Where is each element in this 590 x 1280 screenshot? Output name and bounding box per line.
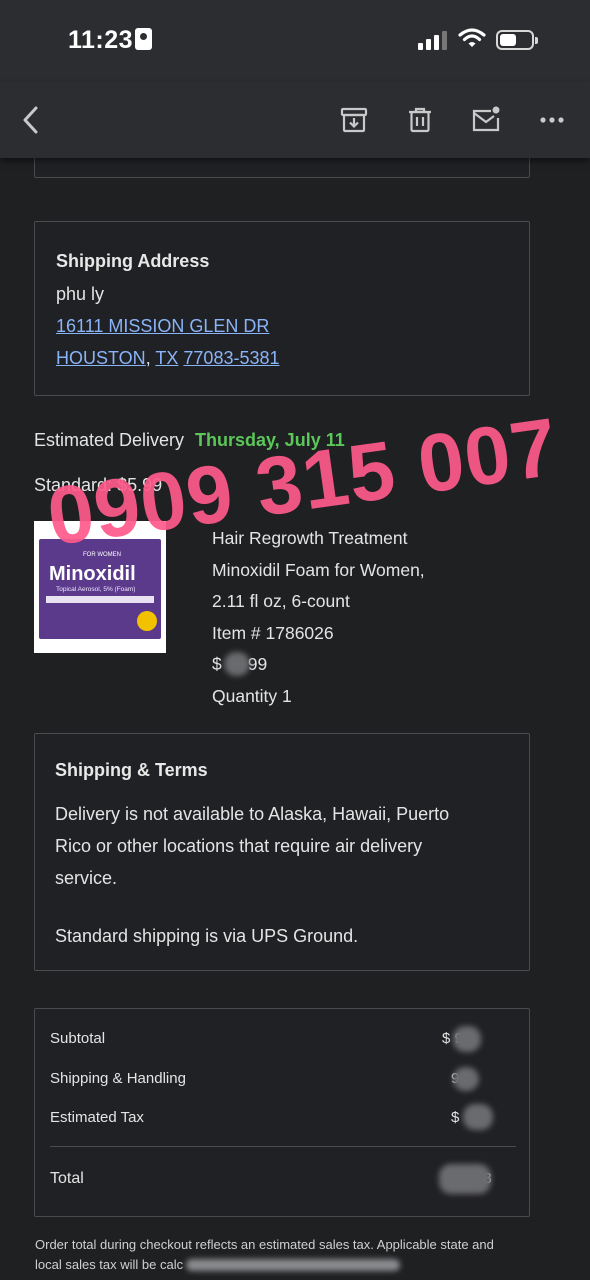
redacted-tax xyxy=(463,1104,493,1130)
estimated-tax-label: Estimated Tax xyxy=(50,1109,144,1126)
shipping-handling-label: Shipping & Handling xyxy=(50,1070,186,1087)
order-summary-card: Subtotal $ 99 Shipping & Handling 99 Est… xyxy=(34,1008,530,1217)
more-icon[interactable] xyxy=(536,104,568,136)
terms-line3: service. xyxy=(55,868,118,888)
terms-line2: Rico or other locations that require air… xyxy=(55,836,423,856)
trash-icon[interactable] xyxy=(404,104,436,136)
subtotal-label: Subtotal xyxy=(50,1030,106,1047)
estimated-delivery-label: Estimated Delivery xyxy=(34,430,185,450)
address-separator: , xyxy=(145,348,156,368)
shipping-terms-heading: Shipping & Terms xyxy=(55,760,208,780)
battery-icon xyxy=(496,30,538,50)
mark-unread-icon[interactable] xyxy=(470,104,502,136)
item-quantity: Quantity 1 xyxy=(212,686,292,706)
redacted-subtotal xyxy=(453,1026,481,1052)
city-link[interactable]: HOUSTON xyxy=(56,348,146,368)
item-price-prefix: $ xyxy=(212,654,222,674)
terms-line1: Delivery is not available to Alaska, Haw… xyxy=(55,804,450,824)
state-link[interactable]: TX xyxy=(155,348,178,368)
footer-line2: local sales tax will be calc xyxy=(35,1257,184,1272)
recipient-name: phu ly xyxy=(56,284,105,304)
redacted-shipping xyxy=(453,1067,479,1091)
redacted-price xyxy=(224,652,250,676)
terms-line4: Standard shipping is via UPS Ground. xyxy=(55,926,359,946)
shipping-terms-card: Shipping & Terms Delivery is not availab… xyxy=(34,733,530,971)
shipping-address-card: Shipping Address phu ly 16111 MISSION GL… xyxy=(34,221,530,396)
summary-divider xyxy=(50,1146,516,1147)
status-bar: 11:23 xyxy=(0,0,590,82)
back-arrow-icon[interactable] xyxy=(16,104,48,136)
wifi-icon xyxy=(458,28,486,47)
redacted-total xyxy=(439,1164,491,1194)
product-brand: Minoxidil xyxy=(49,563,136,585)
id-card-icon xyxy=(135,28,152,50)
cellular-signal-icon xyxy=(418,30,448,50)
street-address-link[interactable]: 16111 MISSION GLEN DR xyxy=(56,316,269,337)
status-time: 11:23 xyxy=(68,26,134,54)
item-name-line3: 2.11 fl oz, 6-count xyxy=(212,591,350,611)
item-number: Item # 1786026 xyxy=(212,623,334,643)
count-badge-icon xyxy=(137,611,157,631)
archive-icon[interactable] xyxy=(338,104,370,136)
email-toolbar xyxy=(0,82,590,158)
product-subtitle: Topical Aerosol, 5% (Foam) xyxy=(56,586,136,593)
total-label: Total xyxy=(50,1170,84,1187)
estimated-tax-value: $ xyxy=(451,1109,460,1126)
city-state-zip: HOUSTON, TX 77083-5381 xyxy=(56,348,280,369)
zip-link[interactable]: 77083-5381 xyxy=(183,348,279,368)
item-name-line2: Minoxidil Foam for Women, xyxy=(212,560,425,580)
footer-line1: Order total during checkout reflects an … xyxy=(35,1237,494,1252)
shipping-address-heading: Shipping Address xyxy=(56,251,210,271)
item-price-suffix: 99 xyxy=(247,654,268,674)
product-label-strip xyxy=(46,596,154,603)
redacted-footer xyxy=(186,1259,400,1271)
